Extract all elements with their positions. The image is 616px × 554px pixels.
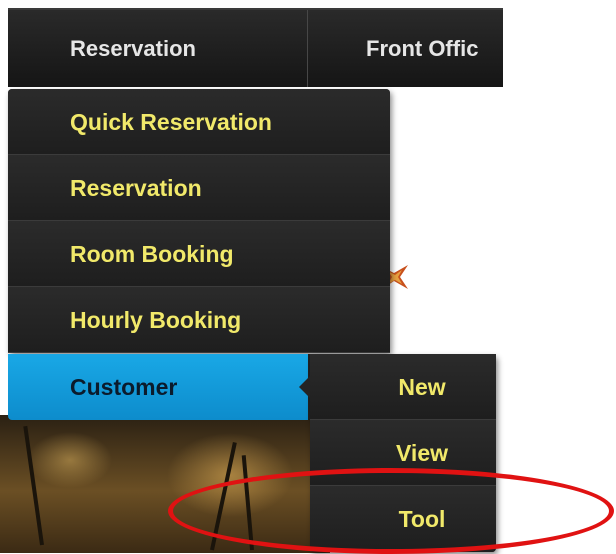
menu-item-label: Reservation bbox=[70, 175, 202, 201]
nav-tab-front-office[interactable]: Front Offic bbox=[309, 10, 503, 87]
menu-item-customer[interactable]: Customer bbox=[8, 354, 308, 420]
submenu-item-view[interactable]: View bbox=[310, 420, 496, 486]
submenu-item-tool[interactable]: Tool bbox=[310, 486, 496, 552]
menu-item-hourly-booking[interactable]: Hourly Booking bbox=[8, 287, 390, 353]
nav-tab-label: Reservation bbox=[70, 36, 196, 61]
customer-submenu: New View Tool bbox=[299, 354, 496, 552]
nav-tab-label: Front Offic bbox=[366, 36, 479, 61]
submenu-item-label: View bbox=[396, 440, 448, 466]
background-photo bbox=[0, 415, 330, 553]
menu-item-reservation[interactable]: Reservation bbox=[8, 155, 390, 221]
menu-item-room-booking[interactable]: Room Booking bbox=[8, 221, 390, 287]
submenu-item-new[interactable]: New bbox=[310, 354, 496, 420]
menu-item-label: Room Booking bbox=[70, 241, 234, 267]
nav-tab-reservation[interactable]: Reservation bbox=[8, 10, 308, 87]
menu-item-label: Customer bbox=[70, 374, 178, 400]
menu-item-quick-reservation[interactable]: Quick Reservation bbox=[8, 89, 390, 155]
submenu-pointer-icon bbox=[299, 376, 310, 398]
main-nav-bar: Reservation Front Offic bbox=[8, 8, 503, 87]
submenu-item-label: Tool bbox=[398, 506, 446, 532]
submenu-item-label: New bbox=[398, 374, 446, 400]
reservation-dropdown-menu: Quick Reservation Reservation Room Booki… bbox=[8, 89, 390, 353]
menu-item-label: Quick Reservation bbox=[70, 109, 272, 135]
menu-item-label: Hourly Booking bbox=[70, 307, 242, 333]
